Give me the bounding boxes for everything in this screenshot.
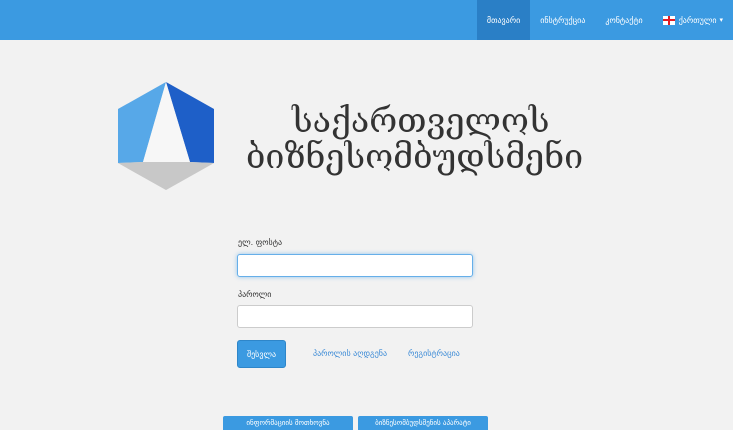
nav-item-instructions[interactable]: ინსტრუქცია [530, 0, 595, 40]
forgot-password-link[interactable]: პაროლის აღდგენა [313, 349, 387, 358]
language-label: ქართული [678, 15, 717, 25]
brand-title: საქართველოს ბიზნესომბუდსმენი [246, 103, 583, 175]
caret-down-icon: ▾ [719, 16, 723, 24]
brand-line-1: საქართველოს [292, 101, 550, 141]
nav-item-label: ინსტრუქცია [540, 15, 586, 25]
hexagon-logo-icon [118, 82, 214, 190]
language-dropdown[interactable]: ქართული ▾ [653, 0, 733, 40]
login-button[interactable]: შესვლა [237, 340, 286, 368]
nav-item-home[interactable]: მთავარი [476, 0, 531, 40]
nav-item-contact[interactable]: კონტაქტი [595, 0, 652, 40]
nav-item-label: კონტაქტი [605, 15, 643, 25]
brand-line-2: ბიზნესომბუდსმენი [246, 137, 584, 177]
register-link[interactable]: რეგისტრაცია [408, 349, 460, 358]
nav-item-label: მთავარი [486, 15, 521, 25]
password-field[interactable] [237, 305, 473, 328]
email-label: ელ. ფოსტა [238, 238, 283, 247]
ombudsman-office-button[interactable]: ბიზნესომბუდსმენის აპარატი [358, 416, 488, 430]
email-field[interactable] [237, 254, 473, 277]
georgian-flag-icon [662, 15, 675, 25]
request-information-button[interactable]: ინფორმაციის მოთხოვნა [223, 416, 353, 430]
top-navbar: მთავარი ინსტრუქცია კონტაქტი ქართული ▾ [0, 0, 733, 40]
password-label: პაროლი [238, 290, 272, 299]
main-nav: მთავარი ინსტრუქცია კონტაქტი ქართული ▾ [476, 0, 733, 40]
